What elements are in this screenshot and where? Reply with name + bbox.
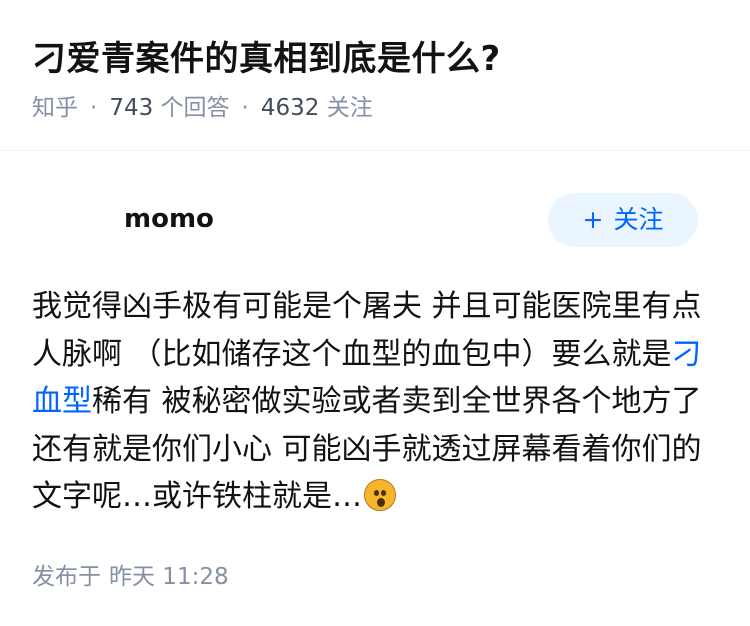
published-time: 昨天 11:28 [109, 563, 229, 590]
meta-separator: · [90, 95, 98, 121]
plus-icon: + [582, 205, 604, 234]
answer-content: 我觉得凶手极有可能是个屠夫 并且可能医院里有点人脉啊 （比如储存这个血型的血包中… [32, 283, 722, 521]
meta-separator: · [241, 95, 249, 121]
published-label: 发布于 [32, 563, 101, 590]
author-row: momo + 关注 [32, 151, 718, 271]
answer-footer: 发布于 昨天 11:28 [32, 561, 718, 593]
author-name[interactable]: momo [124, 199, 214, 239]
follow-button-label: 关注 [613, 205, 664, 234]
follow-button[interactable]: + 关注 [548, 193, 698, 247]
answers-count: 743 [109, 95, 154, 121]
answers-label[interactable]: 个回答 [161, 95, 230, 121]
question-title[interactable]: 刁爱青案件的真相到底是什么? [32, 34, 718, 84]
answer-card: momo + 关注 我觉得凶手极有可能是个屠夫 并且可能医院里有点人脉啊 （比如储… [0, 151, 750, 593]
question-header: 刁爱青案件的真相到底是什么? 知乎 · 743 个回答 · 4632 关注 [0, 0, 750, 151]
hushed-face-emoji-icon [364, 479, 396, 511]
source-label[interactable]: 知乎 [32, 95, 78, 121]
followers-label[interactable]: 关注 [327, 95, 373, 121]
question-meta: 知乎 · 743 个回答 · 4632 关注 [32, 92, 718, 124]
content-text: 我觉得凶手极有可能是个屠夫 并且可能医院里有点人脉啊 （比如储存这个血型的血包中… [32, 289, 702, 372]
followers-count: 4632 [260, 95, 320, 121]
